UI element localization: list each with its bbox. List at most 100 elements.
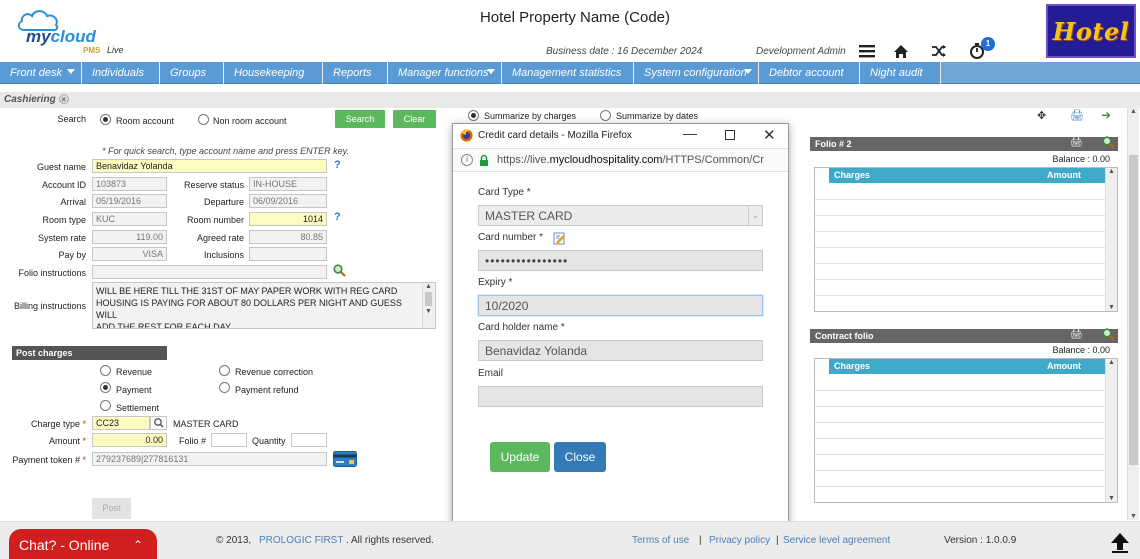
folio-number-field[interactable] xyxy=(211,433,247,447)
minimize-icon[interactable]: — xyxy=(683,125,697,141)
mycloud-logo-text[interactable]: mycloud xyxy=(26,27,96,47)
privacy-link[interactable]: Privacy policy xyxy=(709,535,770,546)
scroll-down-icon[interactable]: ▼ xyxy=(1128,513,1139,520)
card-number-field[interactable]: •••••••••••••••• xyxy=(478,250,763,271)
chevron-down-icon[interactable]: ⌄ xyxy=(748,206,762,225)
maximize-icon[interactable] xyxy=(725,130,735,140)
close-icon[interactable]: ✕ xyxy=(763,126,776,144)
update-button[interactable]: Update xyxy=(490,442,550,472)
scroll-thumb[interactable] xyxy=(425,292,432,306)
nav-manager-functions[interactable]: Manager functions xyxy=(388,62,502,84)
email-field[interactable] xyxy=(478,386,763,407)
scroll-down-icon[interactable]: ▼ xyxy=(423,308,434,315)
settlement-radio[interactable] xyxy=(100,400,111,411)
nav-debtor-account[interactable]: Debtor account xyxy=(759,62,860,84)
guest-name-field[interactable]: Benavidaz Yolanda xyxy=(92,159,327,173)
room-account-radio[interactable] xyxy=(100,114,111,125)
col-charges[interactable]: Charges xyxy=(834,168,870,183)
search-zoom-icon[interactable] xyxy=(1102,136,1115,151)
nav-groups[interactable]: Groups xyxy=(160,62,224,84)
nav-housekeeping[interactable]: Housekeeping xyxy=(224,62,323,84)
holder-name-field[interactable]: Benavidaz Yolanda xyxy=(478,340,763,361)
post-button[interactable]: Post xyxy=(92,498,131,519)
close-icon[interactable]: × xyxy=(58,94,69,104)
col-charges[interactable]: Charges xyxy=(834,359,870,374)
scroll-up-icon[interactable]: ▲ xyxy=(1128,108,1139,115)
system-rate-field: 119.00 xyxy=(92,230,167,244)
summarize-by-charges-label: Summarize by charges xyxy=(484,111,577,121)
billing-scrollbar[interactable]: ▲ ▼ xyxy=(422,283,434,328)
info-icon[interactable]: i xyxy=(461,154,473,166)
print-icon[interactable]: 🖨 xyxy=(1070,109,1084,122)
nav-system-configuration[interactable]: System configuration xyxy=(634,62,759,84)
charge-type-search-icon[interactable] xyxy=(150,416,167,430)
amount-field[interactable]: 0.00 xyxy=(92,433,167,447)
col-amount[interactable]: Amount xyxy=(1047,359,1081,374)
nav-night-audit[interactable]: Night audit xyxy=(860,62,941,84)
dialog-title: Credit card details - Mozilla Firefox xyxy=(478,130,632,141)
scroll-to-top-icon[interactable] xyxy=(1108,530,1132,554)
search-zoom-icon[interactable] xyxy=(333,264,346,279)
card-type-select[interactable]: MASTER CARD ⌄ xyxy=(478,205,763,226)
charge-type-field[interactable]: CC23 xyxy=(92,416,150,430)
scroll-up-icon[interactable]: ▲ xyxy=(423,283,434,290)
scroll-thumb[interactable] xyxy=(1129,155,1138,465)
company-link[interactable]: PROLOGIC FIRST xyxy=(259,535,343,546)
scroll-up-icon[interactable]: ▲ xyxy=(1106,168,1117,175)
quantity-field[interactable] xyxy=(291,433,327,447)
summarize-by-dates-radio[interactable] xyxy=(600,110,611,121)
room-number-field[interactable]: 1014 xyxy=(249,212,327,226)
close-button[interactable]: Close xyxy=(554,442,606,472)
billing-instructions-textarea[interactable]: WILL BE HERE TILL THE 31ST OF MAY PAPER … xyxy=(92,282,436,329)
print-icon[interactable]: 🖨 xyxy=(1070,137,1083,148)
contract-folio-scrollbar[interactable]: ▲ ▼ xyxy=(1105,359,1117,502)
scroll-down-icon[interactable]: ▼ xyxy=(1106,304,1117,311)
scroll-down-icon[interactable]: ▼ xyxy=(1106,495,1117,502)
credit-card-icon[interactable] xyxy=(333,451,357,469)
billing-instructions-label: Billing instructions xyxy=(13,301,86,311)
dialog-urlbar[interactable]: i https://live.mycloudhospitality.com/HT… xyxy=(453,148,788,172)
payment-refund-radio[interactable] xyxy=(219,382,230,393)
app-header: mycloud PMS Live Hotel Property Name (Co… xyxy=(0,0,1140,62)
terms-link[interactable]: Terms of use xyxy=(632,535,689,546)
folio2-scrollbar[interactable]: ▲ ▼ xyxy=(1105,168,1117,311)
page-scrollbar[interactable]: ▲ ▼ xyxy=(1127,108,1139,520)
search-button[interactable]: Search xyxy=(335,110,385,128)
contract-folio-balance: Balance : 0.00 xyxy=(1052,345,1110,355)
nav-management-statistics[interactable]: Management statistics xyxy=(502,62,634,84)
search-zoom-icon[interactable] xyxy=(1102,328,1115,343)
col-amount[interactable]: Amount xyxy=(1047,168,1081,183)
nav-reports[interactable]: Reports xyxy=(323,62,388,84)
summarize-by-charges-radio[interactable] xyxy=(468,110,479,121)
print-icon[interactable]: 🖨 xyxy=(1070,329,1083,340)
revenue-radio[interactable] xyxy=(100,365,111,376)
scroll-up-icon[interactable]: ▲ xyxy=(1106,359,1117,366)
help-icon[interactable]: ? xyxy=(334,211,341,223)
nav-front-desk[interactable]: Front desk xyxy=(0,62,82,84)
chat-widget[interactable]: Chat? - Online ⌃ xyxy=(9,529,157,559)
pay-by-field: VISA xyxy=(92,247,167,261)
edit-icon[interactable] xyxy=(553,232,566,245)
transfer-arrow-icon[interactable]: ➜ xyxy=(1101,108,1111,122)
grid-select-col xyxy=(815,359,829,374)
nav-individuals[interactable]: Individuals xyxy=(82,62,160,84)
help-icon[interactable]: ? xyxy=(334,159,341,171)
folio-instructions-field[interactable] xyxy=(92,265,327,279)
menu-icon[interactable] xyxy=(858,42,876,60)
payment-radio[interactable] xyxy=(100,382,111,393)
shuffle-icon[interactable] xyxy=(930,42,948,60)
payment-token-field: 279237689|277816131 xyxy=(92,452,327,466)
sla-link[interactable]: Service level agreement xyxy=(783,535,890,546)
notification-badge[interactable]: 1 xyxy=(981,37,995,51)
chevron-up-icon[interactable]: ⌃ xyxy=(133,529,143,559)
chevron-down-icon xyxy=(67,69,75,74)
table-row xyxy=(815,184,1105,200)
non-room-account-radio[interactable] xyxy=(198,114,209,125)
revenue-correction-radio[interactable] xyxy=(219,365,230,376)
table-row xyxy=(815,375,1105,391)
tab-cashiering[interactable]: Cashiering × xyxy=(4,94,69,105)
home-icon[interactable] xyxy=(892,42,910,60)
split-icon[interactable]: ✥ xyxy=(1037,109,1046,122)
expiry-field[interactable]: 10/2020 xyxy=(478,295,763,316)
clear-button[interactable]: Clear xyxy=(393,110,436,128)
